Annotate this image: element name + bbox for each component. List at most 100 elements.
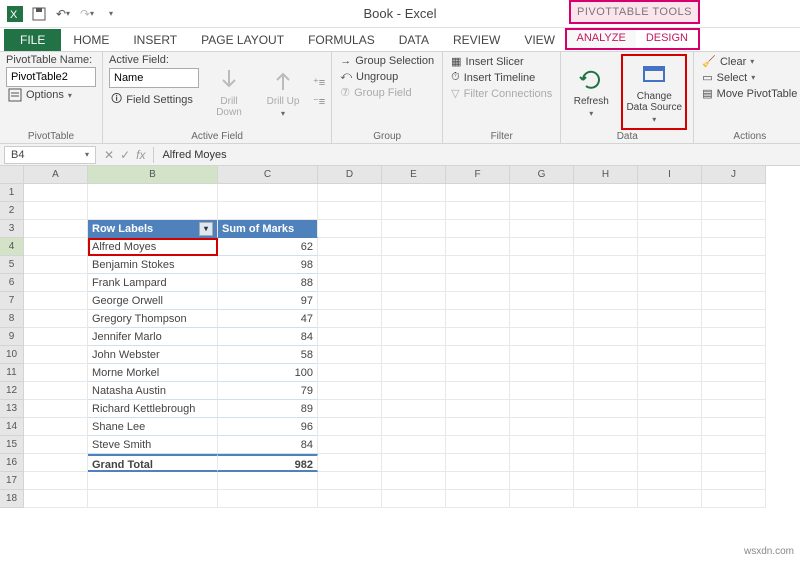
cell[interactable]	[574, 382, 638, 400]
cell[interactable]	[24, 310, 88, 328]
cell[interactable]	[702, 202, 766, 220]
cell[interactable]	[382, 184, 446, 202]
pivot-row-label[interactable]: Natasha Austin	[88, 382, 218, 400]
cell[interactable]	[638, 418, 702, 436]
pivot-values-header[interactable]: Sum of Marks	[218, 220, 318, 238]
cell[interactable]	[574, 490, 638, 508]
tab-view[interactable]: VIEW	[512, 29, 567, 51]
cell[interactable]	[638, 346, 702, 364]
undo-icon[interactable]: ↶▾	[52, 3, 74, 25]
pivot-row-value[interactable]: 62	[218, 238, 318, 256]
cell[interactable]	[218, 490, 318, 508]
cell[interactable]	[318, 454, 382, 472]
cell[interactable]	[510, 490, 574, 508]
cell[interactable]	[88, 490, 218, 508]
pivot-row-value[interactable]: 97	[218, 292, 318, 310]
col-head-H[interactable]: H	[574, 166, 638, 184]
row-head-7[interactable]: 7	[0, 292, 24, 310]
select-all-corner[interactable]	[0, 166, 24, 184]
cell[interactable]	[574, 364, 638, 382]
cell[interactable]	[318, 418, 382, 436]
cell[interactable]	[446, 328, 510, 346]
row-head-12[interactable]: 12	[0, 382, 24, 400]
cell[interactable]	[510, 274, 574, 292]
cell[interactable]	[446, 184, 510, 202]
insert-timeline-button[interactable]: ⏱ Insert Timeline	[449, 70, 554, 85]
cell[interactable]	[510, 310, 574, 328]
pivot-row-value[interactable]: 98	[218, 256, 318, 274]
cell[interactable]	[510, 220, 574, 238]
cell[interactable]	[574, 202, 638, 220]
cell[interactable]	[510, 238, 574, 256]
cell[interactable]	[638, 436, 702, 454]
cell[interactable]	[702, 490, 766, 508]
pivot-row-label[interactable]: Shane Lee	[88, 418, 218, 436]
col-head-I[interactable]: I	[638, 166, 702, 184]
pivot-row-value[interactable]: 79	[218, 382, 318, 400]
redo-icon[interactable]: ↷▾	[76, 3, 98, 25]
cell[interactable]	[24, 328, 88, 346]
qat-customize-icon[interactable]: ▾	[100, 3, 122, 25]
pivot-row-label[interactable]: John Webster	[88, 346, 218, 364]
cell[interactable]	[574, 454, 638, 472]
cell[interactable]	[24, 400, 88, 418]
cell[interactable]	[446, 400, 510, 418]
col-head-J[interactable]: J	[702, 166, 766, 184]
pivot-row-label[interactable]: Frank Lampard	[88, 274, 218, 292]
cell[interactable]	[638, 274, 702, 292]
row-head-13[interactable]: 13	[0, 400, 24, 418]
cell[interactable]	[702, 292, 766, 310]
row-head-3[interactable]: 3	[0, 220, 24, 238]
cell[interactable]	[702, 418, 766, 436]
cell[interactable]	[446, 292, 510, 310]
move-pivottable-button[interactable]: ▤ Move PivotTable	[700, 86, 799, 101]
col-head-A[interactable]: A	[24, 166, 88, 184]
cell[interactable]	[446, 220, 510, 238]
pivot-row-label[interactable]: Gregory Thompson	[88, 310, 218, 328]
col-head-D[interactable]: D	[318, 166, 382, 184]
cell[interactable]	[88, 184, 218, 202]
cell[interactable]	[24, 454, 88, 472]
save-icon[interactable]	[28, 3, 50, 25]
tab-design[interactable]: DESIGN	[636, 30, 698, 48]
col-head-G[interactable]: G	[510, 166, 574, 184]
cell[interactable]	[574, 310, 638, 328]
cell[interactable]	[318, 256, 382, 274]
cell[interactable]	[574, 292, 638, 310]
cell[interactable]	[574, 220, 638, 238]
pivot-grand-total-label[interactable]: Grand Total	[88, 454, 218, 472]
pivot-row-label[interactable]: Benjamin Stokes	[88, 256, 218, 274]
pivot-row-label[interactable]: Steve Smith	[88, 436, 218, 454]
cell[interactable]	[446, 472, 510, 490]
row-head-4[interactable]: 4	[0, 238, 24, 256]
drill-down-button[interactable]: Drill Down	[205, 54, 253, 130]
cell[interactable]	[24, 292, 88, 310]
cell[interactable]	[638, 292, 702, 310]
cell[interactable]	[382, 472, 446, 490]
cell[interactable]	[382, 292, 446, 310]
cell[interactable]	[382, 256, 446, 274]
cell[interactable]	[318, 274, 382, 292]
cell[interactable]	[88, 472, 218, 490]
tab-home[interactable]: HOME	[61, 29, 121, 51]
row-head-16[interactable]: 16	[0, 454, 24, 472]
cell[interactable]	[638, 328, 702, 346]
col-head-E[interactable]: E	[382, 166, 446, 184]
pivot-row-value[interactable]: 100	[218, 364, 318, 382]
cell[interactable]	[24, 220, 88, 238]
cell[interactable]	[382, 454, 446, 472]
ungroup-button[interactable]: ⤺ Ungroup	[338, 69, 436, 84]
cell[interactable]	[382, 328, 446, 346]
row-head-1[interactable]: 1	[0, 184, 24, 202]
cell[interactable]	[24, 202, 88, 220]
cell[interactable]	[446, 346, 510, 364]
pivot-name-input[interactable]	[6, 67, 96, 87]
cell[interactable]	[638, 220, 702, 238]
cell[interactable]	[702, 436, 766, 454]
cell[interactable]	[382, 418, 446, 436]
cell[interactable]	[382, 490, 446, 508]
cell[interactable]	[446, 238, 510, 256]
pivot-row-labels-header[interactable]: Row Labels▾	[88, 220, 218, 238]
cell[interactable]	[510, 382, 574, 400]
cell[interactable]	[638, 490, 702, 508]
